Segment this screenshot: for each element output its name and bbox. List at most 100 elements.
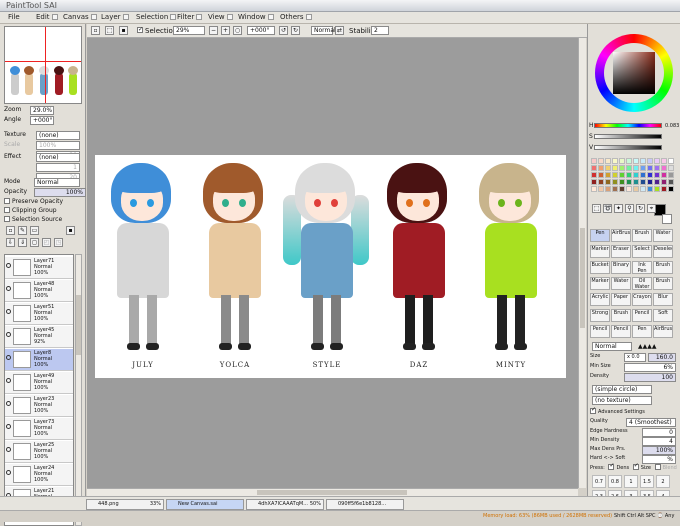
- zoom-out-icon[interactable]: −: [209, 26, 218, 35]
- eyedropper-icon[interactable]: ⌖: [647, 204, 656, 213]
- rotate-icon[interactable]: ↻: [636, 204, 645, 213]
- eye-icon[interactable]: [6, 355, 11, 360]
- selection-tool-icon[interactable]: ⬚: [105, 26, 114, 35]
- eye-icon[interactable]: [6, 263, 11, 268]
- brush-tool-button[interactable]: Blur: [653, 293, 673, 306]
- brush-tool-button[interactable]: Strong: [590, 309, 610, 322]
- brush-size-preset[interactable]: 2: [656, 475, 670, 488]
- brush-tool-button[interactable]: Pen: [590, 229, 610, 242]
- invert-view-icon[interactable]: ⇄: [335, 26, 344, 35]
- color-swatch[interactable]: [661, 158, 667, 164]
- color-swatch[interactable]: [626, 158, 632, 164]
- color-swatch[interactable]: [647, 186, 653, 192]
- layer-item[interactable]: Layer45 Normal 92%: [5, 326, 73, 348]
- brush-tool-button[interactable]: Deselect: [653, 245, 673, 258]
- zoom-field[interactable]: 29.0%: [30, 106, 54, 115]
- color-swatch[interactable]: [619, 165, 625, 171]
- brush-tool-button[interactable]: Oil Water: [632, 277, 652, 290]
- brush-tool-button[interactable]: Brush: [653, 261, 673, 274]
- canvas-area[interactable]: JULY YOLCA STYLE DAZ MINTY: [87, 38, 578, 488]
- color-swatch[interactable]: [591, 165, 597, 171]
- layer-item[interactable]: Layer51 Normal 100%: [5, 303, 73, 325]
- pressure-density-checkbox[interactable]: [608, 464, 615, 470]
- size-multiplier[interactable]: x 0.0: [624, 353, 646, 362]
- brush-tool-button[interactable]: Brush: [611, 309, 631, 322]
- color-swatch[interactable]: [626, 165, 632, 171]
- brush-tool-button[interactable]: Marker: [590, 245, 610, 258]
- quality-select[interactable]: 4 (Smoothest): [626, 418, 676, 427]
- color-swatch[interactable]: [598, 158, 604, 164]
- menu-edit[interactable]: Edit: [36, 13, 58, 21]
- texture-select[interactable]: (none): [36, 131, 80, 140]
- background-color[interactable]: [662, 214, 672, 224]
- brush-shape-select[interactable]: (simple circle): [592, 385, 652, 394]
- min-size-slider[interactable]: 6%: [624, 363, 676, 372]
- effect-select[interactable]: (none): [36, 153, 80, 162]
- layer-item[interactable]: Layer24 Normal 100%: [5, 464, 73, 486]
- color-swatch[interactable]: [661, 179, 667, 185]
- color-swatch[interactable]: [605, 158, 611, 164]
- color-swatch[interactable]: [612, 165, 618, 171]
- transfer-down-icon[interactable]: ⇩: [6, 238, 15, 247]
- eye-icon[interactable]: [6, 447, 11, 452]
- brush-tool-button[interactable]: Pencil: [632, 309, 652, 322]
- selection-toggle[interactable]: Selection: [137, 27, 177, 35]
- density-slider[interactable]: 100: [624, 373, 676, 382]
- brush-size-preset[interactable]: 1: [624, 475, 638, 488]
- brush-preview-icon[interactable]: ▪: [119, 26, 128, 35]
- hue-slider[interactable]: [594, 123, 662, 128]
- opacity-slider[interactable]: 100%: [34, 188, 86, 197]
- eye-icon[interactable]: [6, 378, 11, 383]
- color-swatch[interactable]: [591, 158, 597, 164]
- paper-icon[interactable]: ▫: [91, 26, 100, 35]
- eye-icon[interactable]: [6, 470, 11, 475]
- preserve-opacity-row[interactable]: Preserve Opacity: [4, 198, 82, 207]
- color-swatch[interactable]: [640, 172, 646, 178]
- apply-mask-icon[interactable]: ◰: [42, 238, 51, 247]
- rotate-right-icon[interactable]: ↻: [291, 26, 300, 35]
- lasso-icon[interactable]: ➰: [603, 204, 612, 213]
- zoom-combo[interactable]: 29%: [173, 26, 205, 35]
- color-swatch[interactable]: [605, 165, 611, 171]
- value-slider[interactable]: [594, 145, 662, 150]
- menu-view[interactable]: View: [208, 13, 233, 21]
- eye-icon[interactable]: [6, 332, 11, 337]
- color-swatch[interactable]: [654, 158, 660, 164]
- color-swatch[interactable]: [619, 172, 625, 178]
- advanced-settings-checkbox[interactable]: [590, 408, 596, 414]
- color-swatch[interactable]: [661, 165, 667, 171]
- angle-field[interactable]: +000°: [30, 116, 54, 125]
- min-density-slider[interactable]: 4: [642, 437, 676, 446]
- color-swatch[interactable]: [668, 179, 674, 185]
- menu-selection[interactable]: Selection: [136, 13, 177, 21]
- new-layer-icon[interactable]: ▫: [6, 226, 15, 235]
- pressure-size-checkbox[interactable]: [632, 464, 639, 470]
- layer-item[interactable]: Layer8 Normal 100%: [5, 349, 73, 371]
- menu-filter[interactable]: Filter: [177, 13, 203, 21]
- layer-item[interactable]: Layer71 Normal 100%: [5, 257, 73, 279]
- eye-icon[interactable]: [6, 424, 11, 429]
- brush-tool-button[interactable]: Soft: [653, 309, 673, 322]
- brush-tool-button[interactable]: Pencil: [590, 325, 610, 338]
- color-swatch[interactable]: [591, 172, 597, 178]
- brush-tool-button[interactable]: Pen: [632, 325, 652, 338]
- color-swatch[interactable]: [668, 158, 674, 164]
- color-swatch[interactable]: [612, 158, 618, 164]
- color-swatch[interactable]: [654, 179, 660, 185]
- brush-tool-button[interactable]: Crayon: [632, 293, 652, 306]
- color-swatches[interactable]: [591, 158, 677, 208]
- brush-size-preset[interactable]: 1.5: [640, 475, 654, 488]
- brush-tool-button[interactable]: Water: [653, 229, 673, 242]
- brush-size-preset[interactable]: 0.8: [608, 475, 622, 488]
- brush-tool-button[interactable]: AirBrush: [653, 325, 673, 338]
- merge-down-icon[interactable]: ⇓: [18, 238, 27, 247]
- color-swatch[interactable]: [633, 172, 639, 178]
- eye-icon[interactable]: [6, 309, 11, 314]
- color-swatch[interactable]: [612, 186, 618, 192]
- edge-hardness-slider[interactable]: 0: [642, 428, 676, 437]
- angle-combo[interactable]: +000°: [247, 26, 275, 35]
- canvas-tab-active[interactable]: New Canvas.sai: [166, 499, 244, 510]
- canvas-vertical-scrollbar[interactable]: [578, 38, 586, 488]
- brush-tool-button[interactable]: Ink Pen: [632, 261, 652, 274]
- layer-item[interactable]: Layer48 Normal 100%: [5, 280, 73, 302]
